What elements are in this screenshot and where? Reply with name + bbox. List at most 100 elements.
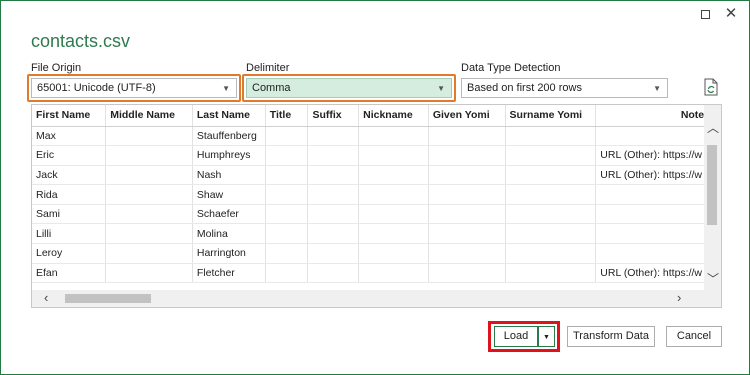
- column-header[interactable]: Suffix: [307, 105, 360, 127]
- delimiter-label: Delimiter: [246, 62, 290, 74]
- table-cell: URL (Other): https://w: [595, 165, 721, 186]
- table-cell: [307, 263, 360, 284]
- table-cell: [307, 165, 360, 186]
- table-cell: [307, 243, 360, 264]
- close-button[interactable]: ✕: [723, 6, 739, 22]
- file-origin-label: File Origin: [31, 62, 82, 74]
- table-row: Max Stauffenberg: [32, 126, 721, 147]
- chevron-down-icon: ▼: [437, 84, 445, 93]
- scrollbar-corner: [704, 290, 721, 307]
- table-cell: [505, 184, 597, 205]
- preview-table: First Name Middle Name Last Name Title S…: [31, 104, 722, 308]
- chevron-down-icon[interactable]: ﹀: [707, 270, 719, 287]
- column-header[interactable]: First Name: [32, 105, 107, 127]
- table-row: Jack Nash URL (Other): https://w: [32, 165, 721, 186]
- table-cell: Sami: [32, 204, 107, 225]
- chevron-down-icon: ▼: [543, 334, 550, 341]
- table-cell: [105, 184, 193, 205]
- table-cell: [307, 223, 360, 245]
- table-cell: Jack: [32, 165, 107, 186]
- scroll-thumb[interactable]: [65, 294, 151, 303]
- table-cell: Stauffenberg: [192, 126, 266, 147]
- load-dropdown-button[interactable]: ▼: [538, 326, 555, 347]
- table-cell: [265, 263, 309, 284]
- table-cell: Leroy: [32, 243, 107, 264]
- table-row: Leroy Harrington: [32, 243, 721, 264]
- load-button[interactable]: Load: [494, 326, 538, 347]
- table-cell: [358, 184, 429, 205]
- delimiter-value: Comma: [252, 82, 291, 94]
- delimiter-select[interactable]: Comma ▼: [246, 78, 452, 98]
- vertical-scrollbar[interactable]: ︿ ﹀: [704, 105, 721, 292]
- table-cell: [358, 223, 429, 245]
- column-header[interactable]: Nickname: [358, 105, 429, 127]
- table-cell: [105, 263, 193, 284]
- table-row: Efan Fletcher URL (Other): https://w: [32, 263, 721, 284]
- table-cell: [307, 145, 360, 166]
- chevron-down-icon: ▼: [222, 84, 230, 93]
- table-cell: [428, 263, 506, 284]
- table-cell: [307, 184, 360, 205]
- column-header[interactable]: Surname Yomi: [505, 105, 597, 127]
- refresh-icon[interactable]: [703, 78, 719, 96]
- data-type-detection-select[interactable]: Based on first 200 rows ▼: [461, 78, 668, 98]
- table-cell: Eric: [32, 145, 107, 166]
- table-cell: [428, 126, 506, 147]
- table-row: Lilli Molina: [32, 223, 721, 245]
- column-header[interactable]: Middle Name: [105, 105, 193, 127]
- table-cell: [265, 184, 309, 205]
- table-cell: [428, 243, 506, 264]
- table-cell: [505, 263, 597, 284]
- table-cell: [265, 145, 309, 166]
- transform-data-button[interactable]: Transform Data: [567, 326, 655, 347]
- table-cell: [265, 204, 309, 225]
- table-cell: [358, 204, 429, 225]
- table-cell: Molina: [192, 223, 266, 245]
- maximize-icon: [700, 10, 710, 19]
- table-cell: Schaefer: [192, 204, 266, 225]
- table-cell: [505, 243, 597, 264]
- table-cell: Efan: [32, 263, 107, 284]
- table-cell: [505, 126, 597, 147]
- table-cell: [358, 126, 429, 147]
- column-header[interactable]: Last Name: [192, 105, 266, 127]
- chevron-right-icon[interactable]: ›: [677, 290, 681, 305]
- table-cell: [428, 184, 506, 205]
- table-cell: [265, 223, 309, 245]
- table-cell: [505, 204, 597, 225]
- preview-grid: First Name Middle Name Last Name Title S…: [32, 105, 721, 284]
- table-cell: [358, 145, 429, 166]
- table-cell: Humphreys: [192, 145, 266, 166]
- table-row: Eric Humphreys URL (Other): https://w: [32, 145, 721, 166]
- maximize-button[interactable]: [697, 6, 713, 22]
- table-cell: [105, 243, 193, 264]
- cancel-button[interactable]: Cancel: [666, 326, 722, 347]
- table-cell: [105, 145, 193, 166]
- chevron-down-icon: ▼: [653, 84, 661, 93]
- column-header[interactable]: Notes: [595, 105, 721, 127]
- table-cell: [307, 204, 360, 225]
- table-cell: [595, 184, 721, 205]
- file-origin-value: 65001: Unicode (UTF-8): [37, 82, 156, 94]
- table-cell: [428, 145, 506, 166]
- column-header[interactable]: Title: [265, 105, 309, 127]
- file-origin-select[interactable]: 65001: Unicode (UTF-8) ▼: [31, 78, 237, 98]
- table-cell: [265, 126, 309, 147]
- import-dialog: ✕ contacts.csv File Origin 65001: Unicod…: [0, 0, 750, 375]
- table-cell: Harrington: [192, 243, 266, 264]
- table-cell: [265, 243, 309, 264]
- scroll-thumb[interactable]: [707, 145, 717, 225]
- chevron-up-icon[interactable]: ︿: [707, 119, 719, 136]
- table-cell: URL (Other): https://w: [595, 263, 721, 284]
- table-cell: [358, 165, 429, 186]
- data-type-detection-label: Data Type Detection: [461, 62, 561, 74]
- table-cell: [265, 165, 309, 186]
- table-cell: Nash: [192, 165, 266, 186]
- table-cell: [105, 223, 193, 245]
- horizontal-scrollbar[interactable]: ‹ ›: [32, 290, 706, 307]
- chevron-left-icon[interactable]: ‹: [44, 290, 48, 305]
- table-cell: [428, 223, 506, 245]
- column-header[interactable]: Given Yomi: [428, 105, 506, 127]
- table-cell: Rida: [32, 184, 107, 205]
- table-cell: [595, 204, 721, 225]
